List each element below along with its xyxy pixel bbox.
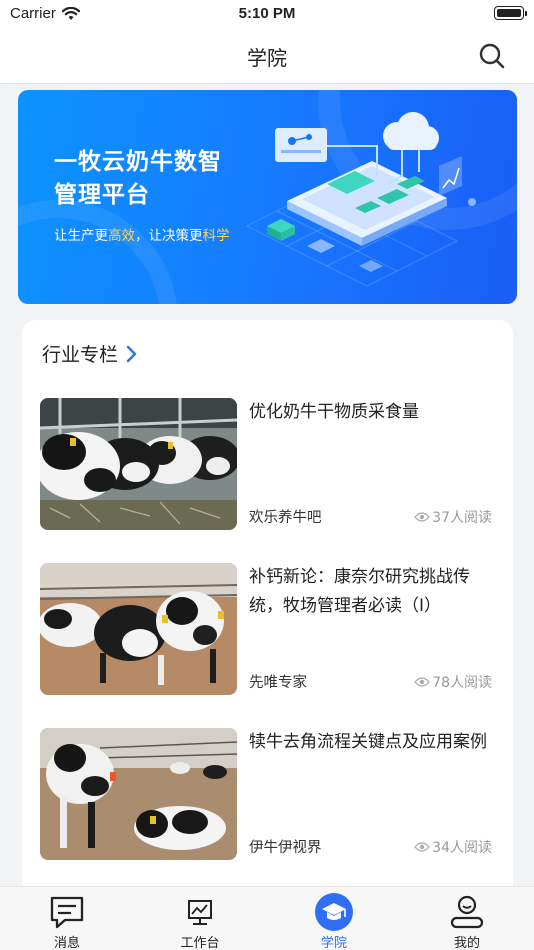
slogan-part2: ，让决策更 — [135, 228, 203, 244]
tab-academy[interactable]: 学院 — [284, 887, 384, 950]
section-header[interactable]: 行业专栏 — [42, 340, 138, 367]
page-title: 学院 — [247, 46, 287, 70]
message-icon — [50, 896, 84, 929]
article-source: 欢乐养牛吧 — [249, 510, 322, 526]
clock: 5:10 PM — [238, 5, 296, 22]
section-title: 行业专栏 — [42, 344, 119, 366]
article-item[interactable]: 优化奶牛干物质采食量 欢乐养牛吧 37人阅读 — [40, 398, 492, 530]
slogan-part1: 让生产更 — [54, 228, 108, 244]
tab-workbench[interactable]: 工作台 — [150, 887, 250, 950]
article-read-count: 34人阅读 — [414, 837, 492, 857]
eye-icon — [414, 512, 431, 522]
eye-icon — [414, 677, 431, 687]
tab-messages[interactable]: 消息 — [17, 887, 117, 950]
battery-icon — [494, 6, 527, 20]
platform-illustration — [247, 112, 476, 286]
academy-icon — [315, 893, 353, 931]
article-thumbnail — [40, 398, 237, 530]
promo-banner[interactable]: 一牧云奶牛数智 管理平台 让生产更高效，让决策更科学 — [18, 90, 517, 304]
tab-label: 工作台 — [180, 936, 220, 950]
tab-label: 学院 — [320, 936, 347, 950]
status-bar: Carrier 5:10 PM — [0, 0, 534, 28]
article-title: 犊牛去角流程关键点及应用案例 — [249, 732, 487, 752]
tab-profile[interactable]: 我的 — [417, 887, 517, 950]
article-thumbnail — [40, 728, 237, 860]
search-icon[interactable] — [478, 42, 506, 70]
article-read-count: 37人阅读 — [414, 507, 492, 527]
read-count-label: 37人阅读 — [432, 510, 492, 526]
article-title: 优化奶牛干物质采食量 — [249, 402, 419, 422]
article-thumbnail — [40, 563, 237, 695]
article-source: 先唯专家 — [249, 675, 307, 691]
tab-label: 消息 — [53, 936, 80, 950]
article-read-count: 78人阅读 — [414, 672, 492, 692]
eye-icon — [414, 842, 431, 852]
slogan-highlight2: 科学 — [202, 228, 230, 244]
read-count-label: 34人阅读 — [432, 840, 492, 856]
workbench-icon — [188, 900, 212, 925]
tab-bar: 消息 工作台 学院 我的 — [0, 886, 534, 950]
banner-slogan: 让生产更高效，让决策更科学 — [54, 224, 230, 244]
industry-column-section: 行业专栏 优化奶牛干物质采食量 欢乐养牛吧 37人阅读 补钙新论：康奈尔研究挑战… — [22, 320, 513, 920]
article-title: 补钙新论：康奈尔研究挑战传统，牧场管理者必读（I） — [249, 567, 470, 616]
article-item[interactable]: 犊牛去角流程关键点及应用案例 伊牛伊视界 34人阅读 — [40, 728, 492, 860]
nav-bar: 学院 — [0, 28, 534, 84]
tab-label: 我的 — [453, 936, 480, 950]
article-source: 伊牛伊视界 — [249, 840, 322, 856]
article-item[interactable]: 补钙新论：康奈尔研究挑战传统，牧场管理者必读（I） 先唯专家 78人阅读 — [40, 563, 492, 695]
read-count-label: 78人阅读 — [432, 675, 492, 691]
chevron-right-icon — [126, 345, 137, 362]
profile-icon — [450, 895, 484, 929]
slogan-highlight1: 高效 — [108, 228, 135, 244]
